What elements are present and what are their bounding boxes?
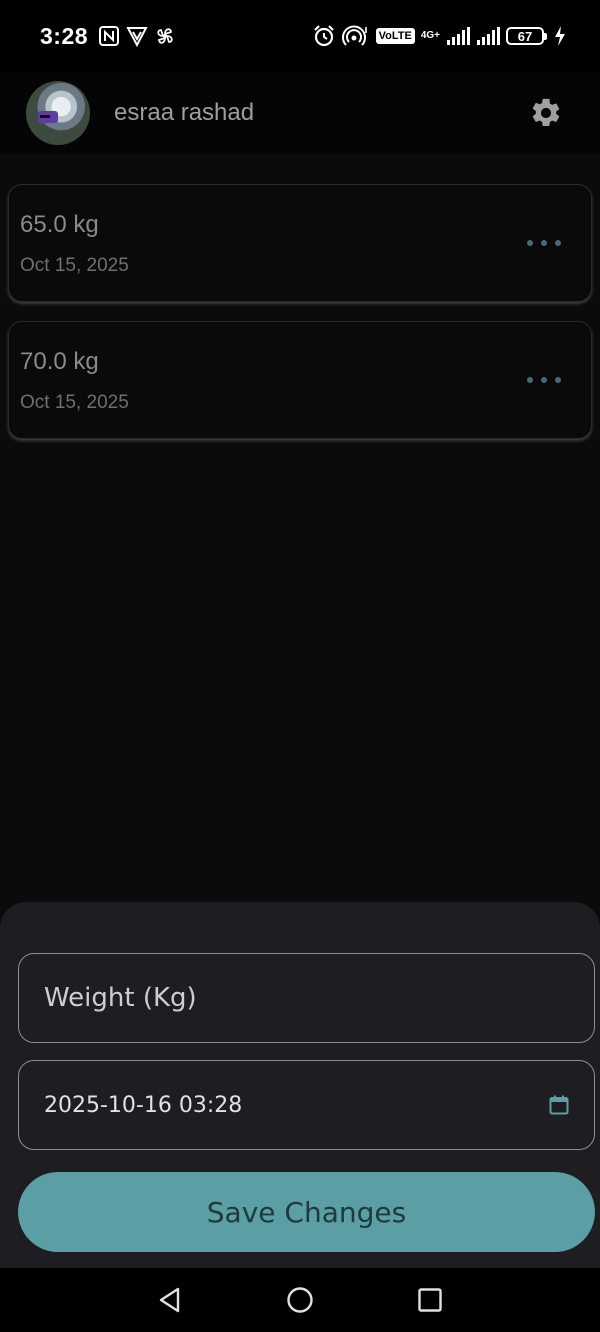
alarm-icon: [312, 24, 336, 48]
entry-date: Oct 15, 2025: [20, 255, 129, 276]
bottom-sheet: Weight (Kg) 2025-10-16 03:28 Save Change…: [0, 902, 600, 1268]
signal-icon: [476, 26, 500, 46]
date-field-value: 2025-10-16 03:28: [44, 1092, 243, 1118]
more-horizontal-icon[interactable]: [527, 235, 561, 251]
battery-icon: 67: [506, 27, 547, 45]
more-horizontal-icon[interactable]: [527, 372, 561, 388]
hotspot-icon: [341, 24, 370, 48]
recents-button[interactable]: [415, 1285, 445, 1315]
back-icon: [159, 1287, 180, 1313]
status-bar: 3:28 VoLTE 4G+ 67: [0, 0, 600, 72]
save-button[interactable]: Save Changes: [18, 1172, 595, 1252]
screen: 3:28 VoLTE 4G+ 67 esraa rashad 65.0 kg O…: [0, 0, 600, 1332]
user-name: esraa rashad: [114, 99, 255, 126]
status-left: 3:28: [40, 23, 176, 50]
nfc-icon: [98, 25, 120, 47]
weight-field-placeholder: Weight (Kg): [44, 983, 197, 1013]
back-button[interactable]: [155, 1285, 185, 1315]
entry-weight: 70.0 kg: [20, 348, 99, 375]
vpn-icon: [126, 25, 148, 47]
weight-field[interactable]: Weight (Kg): [18, 953, 595, 1043]
home-icon: [287, 1287, 313, 1313]
app-header: esraa rashad: [0, 72, 600, 154]
date-field[interactable]: 2025-10-16 03:28: [18, 1060, 595, 1150]
list-item[interactable]: 65.0 kg Oct 15, 2025: [8, 184, 592, 302]
volte-badge: VoLTE: [375, 28, 415, 44]
system-nav-bar: [0, 1268, 600, 1332]
charging-icon: [554, 26, 566, 46]
status-icons-left: [98, 25, 176, 47]
network-label: 4G+: [420, 30, 440, 41]
list-item[interactable]: 70.0 kg Oct 15, 2025: [8, 321, 592, 439]
avatar[interactable]: [26, 81, 90, 145]
calendar-icon[interactable]: [547, 1093, 571, 1117]
weight-entry-list: 65.0 kg Oct 15, 2025 70.0 kg Oct 15, 202…: [8, 184, 592, 458]
settings-button[interactable]: [526, 93, 566, 133]
gear-icon: [532, 98, 560, 127]
recents-icon: [418, 1288, 442, 1312]
entry-weight: 65.0 kg: [20, 211, 99, 238]
status-time: 3:28: [40, 22, 89, 49]
home-button[interactable]: [285, 1285, 315, 1315]
status-right: VoLTE 4G+ 67: [312, 24, 566, 48]
entry-date: Oct 15, 2025: [20, 392, 129, 413]
signal-icon: [446, 26, 470, 46]
pinwheel-icon: [154, 25, 176, 47]
